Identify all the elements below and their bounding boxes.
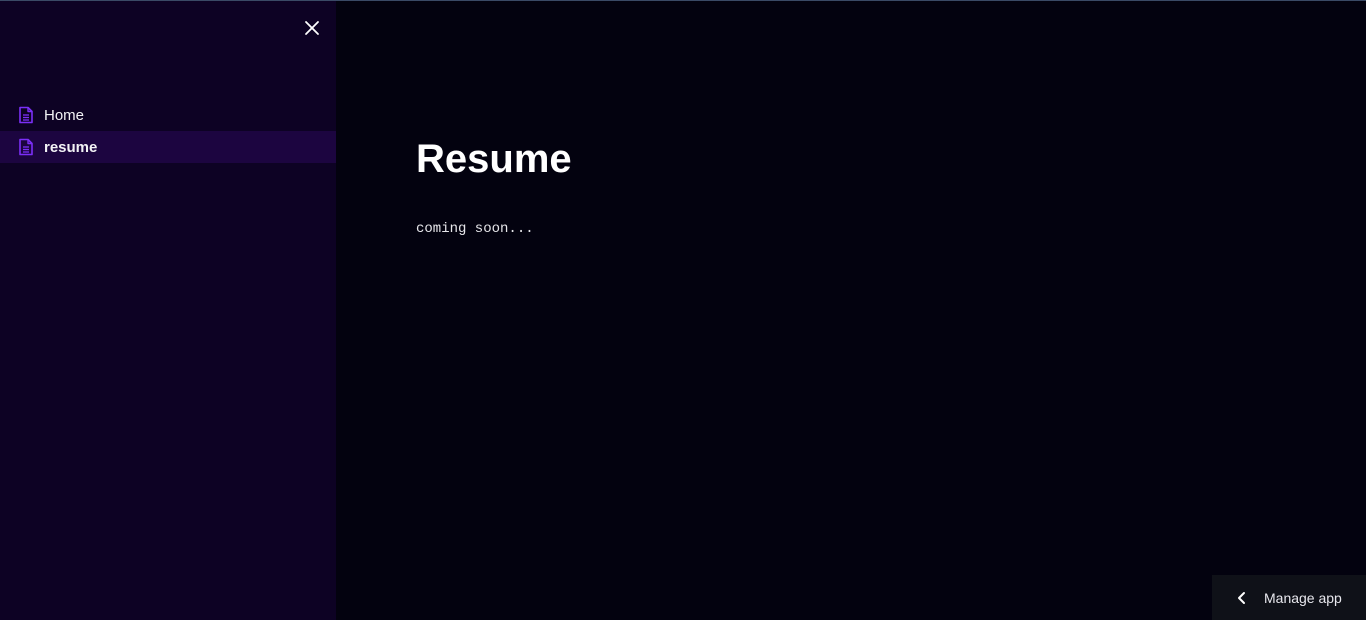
sidebar-item-label: resume: [44, 138, 98, 156]
manage-app-button[interactable]: Manage app: [1212, 575, 1366, 620]
sidebar-item-home[interactable]: Home: [0, 99, 336, 131]
document-icon: [18, 106, 34, 124]
page-title: Resume: [416, 137, 572, 181]
close-sidebar-button[interactable]: [301, 17, 323, 39]
sidebar-item-resume[interactable]: resume: [0, 131, 336, 163]
sidebar-item-label: Home: [44, 106, 85, 124]
sidebar-nav: Home resume: [0, 99, 336, 163]
document-icon: [18, 138, 34, 156]
chevron-left-icon: [1234, 590, 1250, 606]
manage-app-label: Manage app: [1264, 589, 1342, 606]
page-body-text: coming soon...: [416, 221, 534, 237]
close-icon: [305, 21, 319, 35]
sidebar: Home resume: [0, 1, 336, 620]
main-content: Resume coming soon...: [336, 1, 1366, 620]
